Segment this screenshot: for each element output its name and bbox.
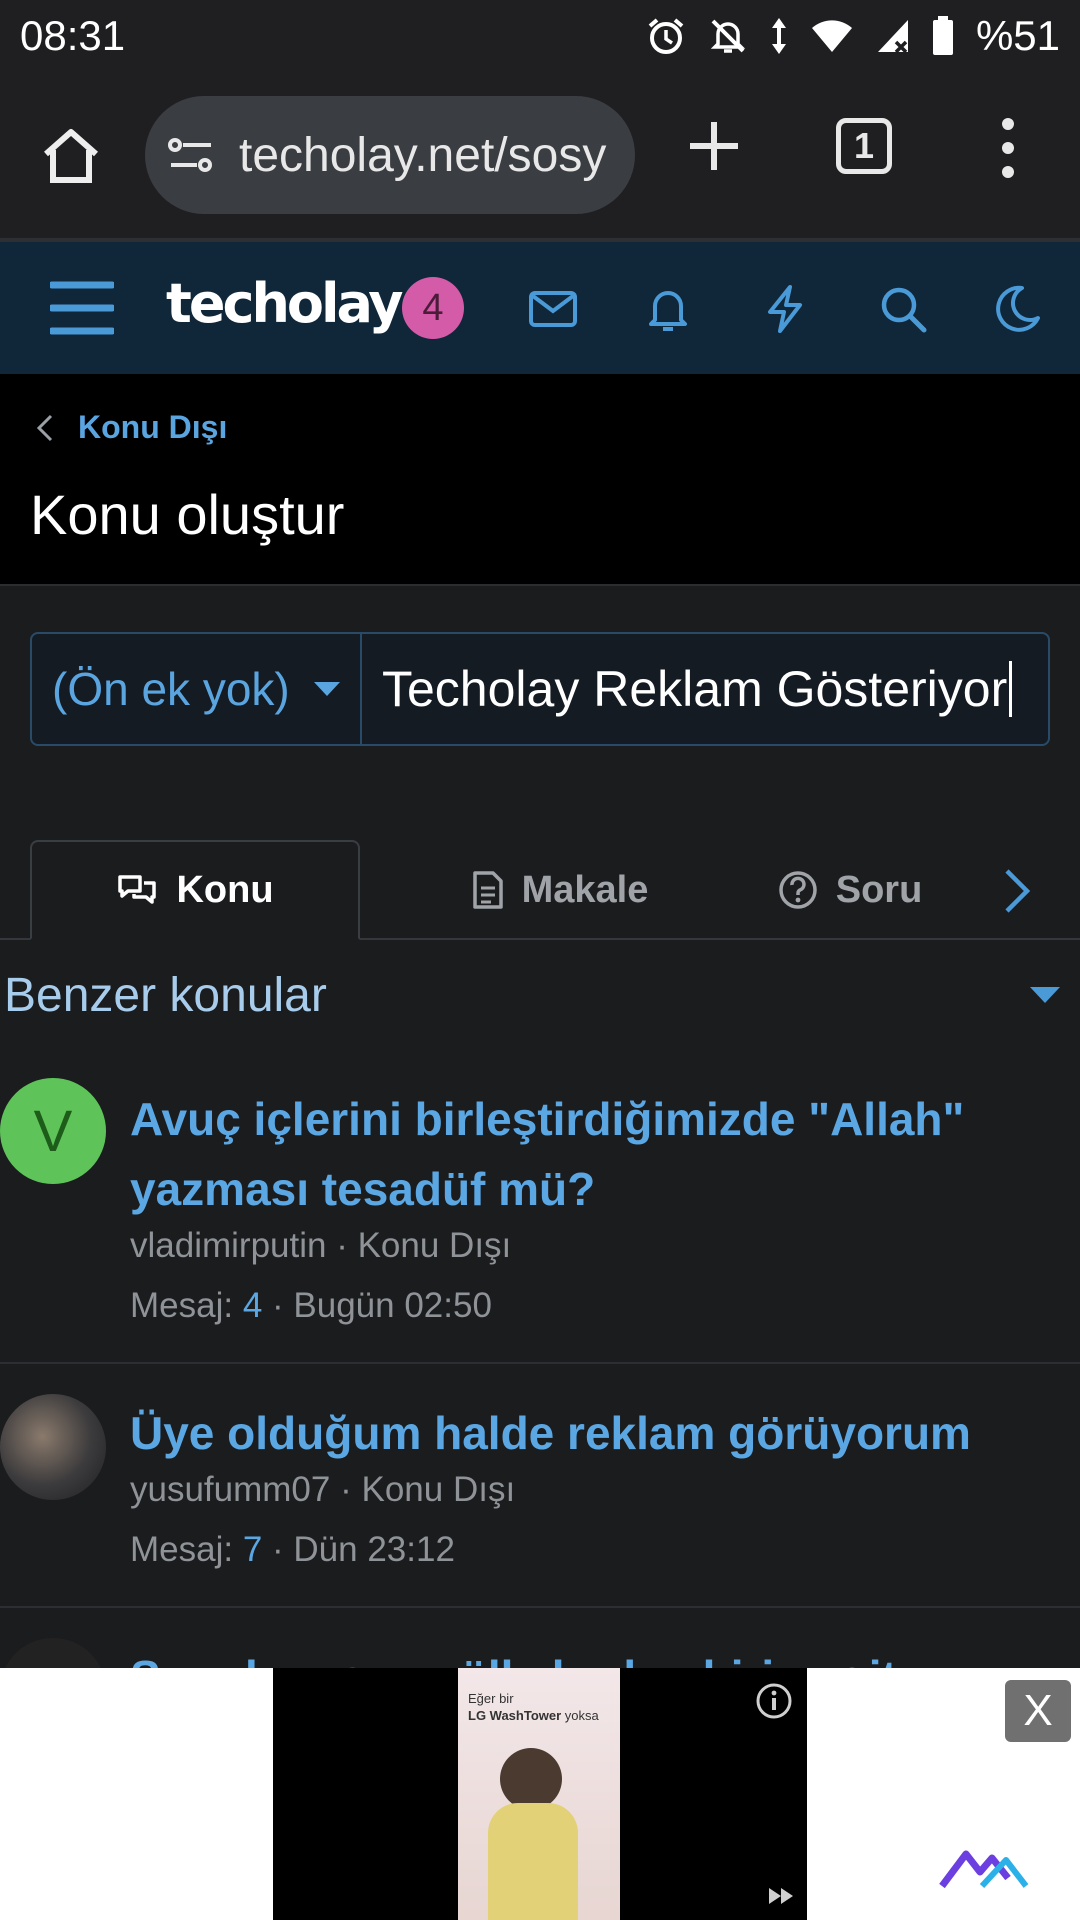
ad-headline-line1: Eğer bir [468,1691,514,1706]
bolt-icon[interactable] [760,284,810,334]
avatar[interactable] [0,1394,106,1500]
hamburger-icon[interactable] [50,280,114,336]
ad-headline-line2: yoksa [564,1708,599,1723]
tab-label: Konu [176,868,274,911]
text-cursor [1009,661,1013,717]
message-count: 7 [242,1530,263,1569]
prefix-value: (Ön ek yok) [52,663,290,715]
ad-close-button[interactable]: X [1005,1680,1071,1742]
section-title: Benzer konular [4,968,327,1022]
ad-person-head [500,1748,562,1810]
question-icon [778,871,817,909]
tab-label: Makale [521,868,649,911]
alarm-icon [648,18,684,54]
status-bar: 08:31 %51 [0,0,1080,72]
thread-meta: vladimirputin · Konu Dışı [130,1226,512,1265]
breadcrumb-link[interactable]: Konu Dışı [78,409,227,446]
page-title: Konu oluştur [30,483,345,546]
tab-count: 1 [853,125,875,166]
chat-icon [118,875,157,904]
wifi-icon [811,20,852,52]
ad-banner[interactable]: Eğer bir LG WashTower yoksa X [0,1668,1080,1920]
bell-off-icon [710,19,746,53]
home-icon[interactable] [40,124,102,186]
document-icon [472,871,503,909]
site-header: techolay 4 [0,242,1080,374]
mail-icon[interactable] [528,284,578,334]
tab-makale[interactable]: Makale [410,840,710,940]
more-menu-icon[interactable] [1000,116,1016,180]
ad-video[interactable]: Eğer bir LG WashTower yoksa [273,1668,807,1920]
prefix-select[interactable]: (Ön ek yok) [32,634,362,744]
message-count: 4 [242,1286,263,1325]
search-icon[interactable] [878,284,928,334]
thread-author[interactable]: yusufumm07 [130,1470,330,1509]
thread-stats: Mesaj: 4 · Bugün 02:50 [130,1286,492,1325]
thread-forum[interactable]: Konu Dışı [358,1226,512,1265]
thread-forum[interactable]: Konu Dışı [361,1470,515,1509]
header-separator [0,584,1080,586]
breadcrumb[interactable]: Konu Dışı [36,409,227,446]
thread-meta: yusufumm07 · Konu Dışı [130,1470,516,1509]
signal-icon [877,20,908,54]
ad-person-body [488,1803,578,1920]
messages-label: Mesaj: [130,1530,234,1569]
chevron-left-icon[interactable] [36,413,54,443]
thread-title-input[interactable]: Techolay Reklam Gösteriyor [362,634,1048,744]
brand-logo-icon[interactable] [938,1846,1030,1890]
thread-title[interactable]: Üye olduğum halde reklam görüyorum [130,1398,1030,1468]
tab-switcher-button[interactable]: 1 [836,118,892,174]
tab-soru[interactable]: Soru [760,840,940,940]
url-bar[interactable]: techolay.net/sosy [145,96,635,214]
battery-percent: %51 [975,12,1060,59]
site-logo[interactable]: techolay [166,272,403,335]
thread-stats: Mesaj: 7 · Dün 23:12 [130,1530,455,1569]
thread-time: Dün 23:12 [293,1530,455,1569]
url-text: techolay.net/sosy [239,128,607,182]
caret-down-icon [313,682,340,696]
notification-badge[interactable]: 4 [402,277,464,339]
fast-forward-icon[interactable] [767,1886,795,1906]
thread-time: Bugün 02:50 [293,1286,492,1325]
chevron-right-icon[interactable] [1002,868,1032,914]
messages-label: Mesaj: [130,1286,234,1325]
content-type-tabs: Konu Makale Soru [0,840,1080,940]
new-tab-icon[interactable] [688,120,740,172]
data-arrows-icon [771,18,786,54]
caret-down-icon[interactable] [1028,985,1062,1005]
tab-label: Soru [835,868,923,911]
bell-icon[interactable] [643,284,693,334]
tab-konu[interactable]: Konu [30,840,360,940]
list-item[interactable]: V Avuç içlerini birleştirdiğimizde "Alla… [0,1050,1080,1364]
list-item[interactable]: Üye olduğum halde reklam görüyorum yusuf… [0,1364,1080,1608]
thread-author[interactable]: vladimirputin [130,1226,326,1265]
info-icon[interactable] [755,1682,793,1720]
avatar[interactable]: V [0,1078,106,1184]
ad-poster-image[interactable]: Eğer bir LG WashTower yoksa [458,1668,620,1920]
similar-threads-header[interactable]: Benzer konular [0,940,1080,1050]
moon-icon[interactable] [992,284,1042,334]
ad-headline-brand: LG WashTower [468,1708,562,1723]
page-header: Konu Dışı Konu oluştur [0,374,1080,586]
site-settings-icon[interactable] [167,135,215,175]
status-time: 08:31 [20,12,126,59]
battery-icon [932,16,953,55]
thread-title-row: (Ön ek yok) Techolay Reklam Gösteriyor [30,632,1050,746]
thread-title[interactable]: Avuç içlerini birleştirdiğimizde "Allah"… [130,1084,1030,1224]
thread-title-value: Techolay Reklam Gösteriyor [382,661,1008,717]
browser-toolbar: techolay.net/sosy 1 [0,72,1080,240]
ad-headline: Eğer bir LG WashTower yoksa [468,1690,599,1724]
